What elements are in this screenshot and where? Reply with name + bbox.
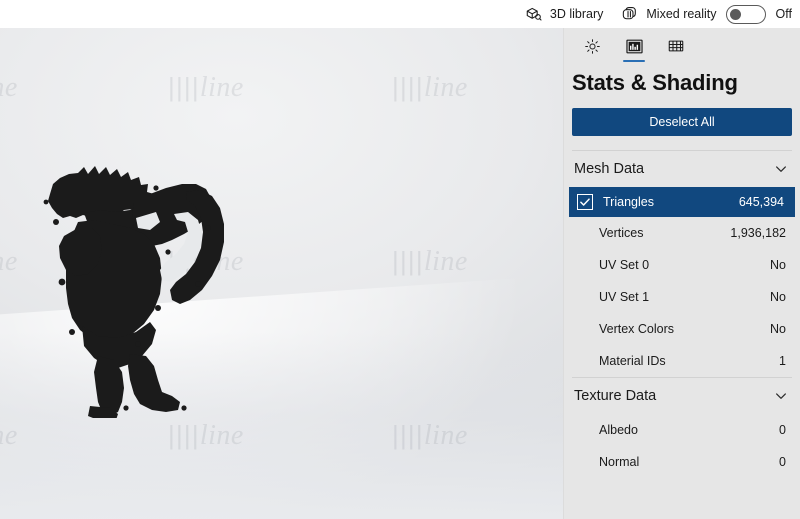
mixed-reality-label: Mixed reality (646, 7, 717, 21)
deselect-all-button[interactable]: Deselect All (572, 108, 792, 136)
3d-library-button[interactable]: 3D library (516, 0, 613, 28)
tab-lighting[interactable] (572, 29, 612, 63)
mixed-reality-icon (621, 5, 639, 23)
stat-label: Material IDs (599, 354, 666, 368)
tab-grid[interactable] (656, 29, 696, 63)
mixed-reality-toggle[interactable] (725, 4, 766, 24)
grid-icon (667, 37, 685, 55)
stat-label: Triangles (603, 195, 654, 209)
stat-row[interactable]: UV Set 1 No (564, 281, 800, 313)
stat-label: Vertex Colors (599, 322, 675, 336)
panel-tab-bar (564, 28, 800, 64)
checkbox[interactable] (577, 194, 593, 210)
watermark-text: line (423, 72, 468, 103)
stats-shading-icon (625, 37, 644, 56)
stat-value: 0 (779, 423, 786, 437)
stat-row[interactable]: Material IDs 1 (564, 345, 800, 377)
section-title: Mesh Data (574, 161, 645, 177)
page-title: Stats & Shading (572, 70, 738, 95)
toggle-state-label: Off (775, 7, 792, 21)
watermark-text: line (0, 72, 18, 103)
watermark-bars: |||| (392, 72, 424, 102)
watermark: ||||line (168, 72, 244, 104)
stat-row[interactable]: UV Set 0 No (564, 249, 800, 281)
stat-label: Albedo (599, 423, 638, 437)
app-window: ||||line||||line||||line||||line||||line… (0, 0, 800, 519)
stat-label: Normal (599, 455, 640, 469)
toggle-knob (729, 8, 741, 20)
deselect-all-wrap: Deselect All (564, 108, 800, 150)
stat-value: No (770, 322, 786, 336)
panel-sections: Mesh Data Triangles 645,394 Vertices 1,936,1… (564, 150, 800, 478)
stat-value: 0 (779, 455, 786, 469)
stat-row[interactable]: Triangles 645,394 (569, 187, 795, 217)
section-rows: Triangles 645,394 Vertices 1,936,182 UV Set … (564, 187, 800, 377)
chevron-down-icon[interactable] (774, 162, 788, 176)
mixed-reality-button[interactable]: Mixed reality (612, 0, 725, 28)
tab-stats-shading[interactable] (614, 29, 654, 63)
stat-value: 1 (779, 354, 786, 368)
watermark-text: line (423, 246, 468, 277)
stat-row[interactable]: Albedo 0 (564, 414, 800, 446)
stat-label: Vertices (599, 226, 644, 240)
active-tab-indicator (623, 60, 645, 62)
section-title: Texture Data (574, 388, 657, 404)
3d-library-label: 3D library (549, 7, 604, 21)
section-header-mesh-data[interactable]: Mesh Data (564, 151, 800, 187)
stat-row[interactable]: Vertices 1,936,182 (564, 217, 800, 249)
watermark: ||||line (0, 246, 18, 278)
stat-value: 1,936,182 (730, 226, 786, 240)
watermark: ||||line (0, 72, 18, 104)
stats-shading-panel: Stats & Shading Deselect All Mesh Data Tr… (563, 0, 800, 519)
stat-row[interactable]: Vertex Colors No (564, 313, 800, 345)
model-silhouette[interactable] (38, 158, 243, 418)
stat-label: UV Set 0 (599, 258, 650, 272)
checkbox-checked-icon (577, 194, 593, 210)
watermark-text: line (0, 246, 18, 277)
stat-label: UV Set 1 (599, 290, 650, 304)
stat-value: No (770, 290, 786, 304)
watermark-text: line (199, 72, 244, 103)
3d-viewport[interactable]: ||||line||||line||||line||||line||||line… (0, 28, 563, 519)
stat-value: 645,394 (738, 195, 784, 209)
top-bar: 3D library Mixed reality Off (0, 0, 800, 28)
watermark: ||||line (392, 246, 468, 278)
watermark: ||||line (392, 72, 468, 104)
mixed-reality-toggle-wrap[interactable]: Off (725, 4, 798, 24)
lighting-icon (584, 38, 601, 55)
section-rows: Albedo 0 Normal 0 (564, 414, 800, 478)
cube-search-icon (525, 5, 543, 23)
watermark-bars: |||| (392, 246, 424, 276)
stat-value: No (770, 258, 786, 272)
section-header-texture-data[interactable]: Texture Data (564, 378, 800, 414)
watermark-bars: |||| (168, 72, 200, 102)
chevron-down-icon[interactable] (774, 389, 788, 403)
stat-row[interactable]: Normal 0 (564, 446, 800, 478)
